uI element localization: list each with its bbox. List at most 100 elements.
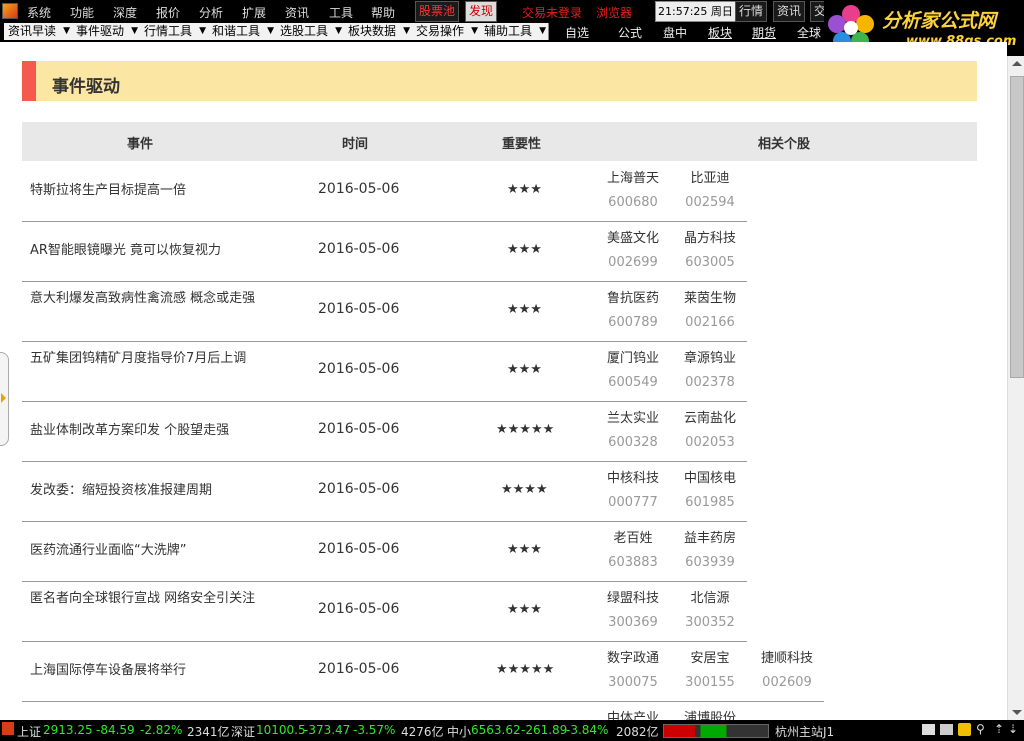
table-row[interactable]: 上海国际停车设备展将举行 2016-05-06 ★★★★★ 数字政通 300075…	[22, 641, 824, 702]
table-row[interactable]: 匿名者向全球银行宣战 网络安全引关注 2016-05-06 ★★★ 绿盟科技 30…	[22, 581, 747, 642]
stock-link[interactable]: 中国核电 601985	[675, 467, 745, 515]
stock-link[interactable]: 绿盟科技 300369	[598, 587, 668, 635]
tool-market-tools[interactable]: 行情工具 ▼	[140, 23, 209, 40]
menu-tools[interactable]: 工具	[329, 4, 353, 21]
sz-label[interactable]: 深证	[231, 723, 255, 740]
download-icon[interactable]: ⇣	[1008, 722, 1018, 736]
vertical-scrollbar[interactable]	[1007, 56, 1024, 720]
tool-trade-ops[interactable]: 交易操作 ▼	[412, 23, 481, 40]
event-text[interactable]: 发改委：缩短投资核准报建周期	[30, 478, 260, 503]
stock-link[interactable]: 厦门钨业 600549	[598, 347, 668, 395]
stock-name: 捷顺科技	[760, 651, 813, 666]
status-logo-icon[interactable]	[2, 722, 14, 735]
stock-link[interactable]: 浦博股份	[675, 707, 745, 720]
stock-link[interactable]: 中核科技 000777	[598, 467, 668, 515]
col-time: 时间	[342, 137, 369, 152]
upload-icon[interactable]: ⇡	[994, 722, 1004, 736]
signal-icon[interactable]: ⚲	[976, 722, 985, 736]
event-text[interactable]: 医药流通行业面临“大洗牌”	[30, 538, 260, 563]
tool-label: 行情工具	[144, 24, 193, 38]
importance-stars: ★★★	[507, 182, 542, 197]
menu-info[interactable]: 资讯	[285, 4, 309, 21]
sh-value: 2913.25	[43, 723, 93, 737]
stock-link[interactable]: 老百姓 603883	[598, 527, 668, 575]
table-row[interactable]: 意大利爆发高致病性禽流感 概念或走强 2016-05-06 ★★★ 鲁抗医药 60…	[22, 281, 747, 342]
stock-link[interactable]: 中体产业	[598, 707, 668, 720]
table-row[interactable]: 医药流通行业面临“大洗牌” 2016-05-06 ★★★ 老百姓 603883 益…	[22, 521, 747, 582]
stock-link[interactable]: 云南盐化 002053	[675, 407, 745, 455]
event-text[interactable]: AR智能眼镜曝光 竟可以恢复视力	[30, 238, 260, 263]
tool-stock-picker[interactable]: 选股工具 ▼	[276, 23, 345, 40]
link-watchlist[interactable]: 自选	[565, 24, 589, 41]
tool-aux-tools[interactable]: 辅助工具 ▼	[480, 23, 549, 40]
dropdown-arrow-icon: ▼	[471, 26, 478, 36]
importance-stars: ★★★★★	[496, 662, 555, 677]
stock-code: 601985	[685, 495, 735, 510]
news-button[interactable]: 资讯	[773, 1, 806, 22]
scroll-up-icon[interactable]	[1012, 61, 1022, 66]
sh-label[interactable]: 上证	[17, 723, 41, 740]
message-icon[interactable]	[922, 724, 935, 735]
server-name[interactable]: 杭州主站J1	[775, 723, 834, 740]
link-formula[interactable]: 公式	[618, 24, 642, 41]
table-row[interactable]: 特斯拉将生产目标提高一倍 2016-05-06 ★★★ 上海普天 600680 比…	[22, 161, 747, 222]
table-row-partial[interactable]: 中体产业 浦博股份	[22, 701, 747, 720]
link-intraday[interactable]: 盘中	[663, 24, 687, 41]
tool-news-brief[interactable]: 资讯早读 ▼	[4, 23, 73, 40]
link-global[interactable]: 全球	[797, 24, 821, 41]
stock-link[interactable]: 莱茵生物 002166	[675, 287, 745, 335]
stock-link[interactable]: 上海普天 600680	[598, 167, 668, 215]
alert-icon[interactable]	[958, 723, 971, 736]
menu-system[interactable]: 系统	[27, 4, 51, 21]
scroll-down-icon[interactable]	[1012, 710, 1022, 715]
stock-link[interactable]: 章源钨业 002378	[675, 347, 745, 395]
stock-link[interactable]: 安居宝 300155	[675, 647, 745, 695]
table-row[interactable]: AR智能眼镜曝光 竟可以恢复视力 2016-05-06 ★★★ 美盛文化 0026…	[22, 221, 747, 282]
stock-link[interactable]: 兰太实业 600328	[598, 407, 668, 455]
market-button[interactable]: 行情	[735, 1, 768, 22]
stock-code: 600328	[608, 435, 658, 450]
stock-link[interactable]: 数字政通 300075	[598, 647, 668, 695]
discover-button[interactable]: 发现	[465, 1, 498, 22]
menu-help[interactable]: 帮助	[371, 4, 395, 21]
stock-link[interactable]: 美盛文化 002699	[598, 227, 668, 275]
table-row[interactable]: 盐业体制改革方案印发 个股望走强 2016-05-06 ★★★★★ 兰太实业 60…	[22, 401, 747, 462]
section-accent-bar	[22, 61, 36, 101]
menu-depth[interactable]: 深度	[113, 4, 137, 21]
link-sector[interactable]: 板块	[708, 24, 732, 41]
stock-link[interactable]: 比亚迪 002594	[675, 167, 745, 215]
event-text[interactable]: 盐业体制改革方案印发 个股望走强	[30, 418, 260, 443]
tool-event-driven[interactable]: 事件驱动 ▼	[72, 23, 141, 40]
event-text[interactable]: 上海国际停车设备展将举行	[30, 658, 260, 683]
event-time: 2016-05-06	[318, 601, 400, 617]
menu-quote[interactable]: 报价	[156, 4, 180, 21]
scroll-thumb[interactable]	[1010, 76, 1024, 378]
stock-name: 比亚迪	[690, 171, 730, 186]
browser-link[interactable]: 浏览器	[596, 4, 632, 21]
event-text[interactable]: 五矿集团钨精矿月度指导价7月后上调	[30, 346, 260, 371]
app-logo-icon[interactable]	[2, 3, 18, 19]
tool-sector-data[interactable]: 板块数据 ▼	[344, 23, 413, 40]
stock-link[interactable]: 北信源 300352	[675, 587, 745, 635]
stock-link[interactable]: 鲁抗医药 600789	[598, 287, 668, 335]
event-text[interactable]: 特斯拉将生产目标提高一倍	[30, 178, 260, 203]
event-text[interactable]: 匿名者向全球银行宣战 网络安全引关注	[30, 586, 260, 611]
trade-login-status[interactable]: 交易未登录	[522, 4, 582, 21]
keyboard-icon[interactable]	[940, 724, 953, 735]
stock-code: 300155	[685, 675, 735, 690]
tool-harmony-tools[interactable]: 和谐工具 ▼	[208, 23, 277, 40]
menu-extend[interactable]: 扩展	[242, 4, 266, 21]
event-time: 2016-05-06	[318, 241, 400, 257]
zx-label[interactable]: 中小	[447, 723, 471, 740]
table-row[interactable]: 发改委：缩短投资核准报建周期 2016-05-06 ★★★★ 中核科技 00077…	[22, 461, 747, 522]
stock-link[interactable]: 捷顺科技 002609	[752, 647, 822, 695]
table-row[interactable]: 五矿集团钨精矿月度指导价7月后上调 2016-05-06 ★★★ 厦门钨业 600…	[22, 341, 747, 402]
stock-pool-button[interactable]: 股票池	[415, 1, 460, 22]
menu-function[interactable]: 功能	[70, 4, 94, 21]
menu-analysis[interactable]: 分析	[199, 4, 223, 21]
event-text[interactable]: 意大利爆发高致病性禽流感 概念或走强	[30, 286, 260, 311]
side-panel-toggle[interactable]	[0, 352, 9, 446]
link-futures[interactable]: 期货	[752, 24, 776, 41]
stock-link[interactable]: 晶方科技 603005	[675, 227, 745, 275]
stock-link[interactable]: 益丰药房 603939	[675, 527, 745, 575]
